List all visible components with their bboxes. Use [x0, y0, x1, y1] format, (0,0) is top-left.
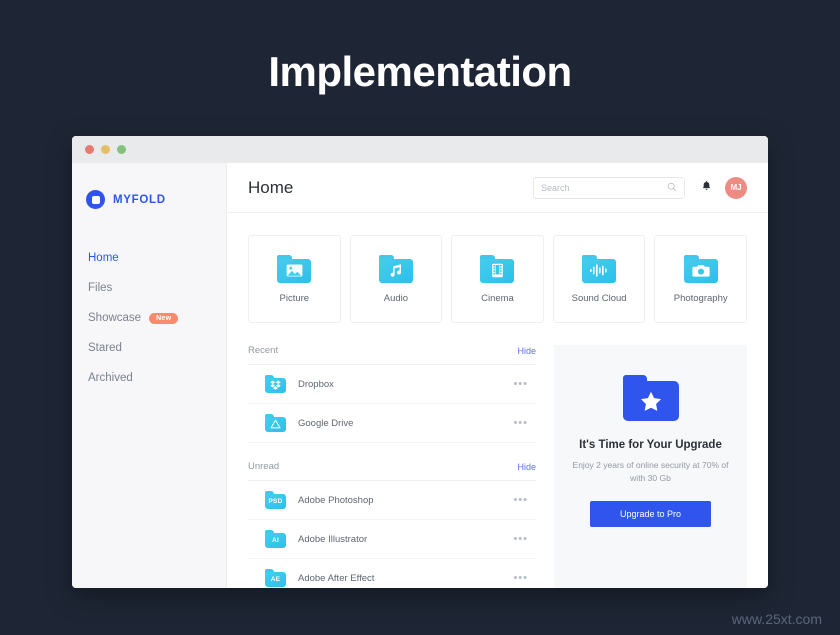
avatar[interactable]: MJ [725, 176, 747, 199]
psd-folder-icon: PSD [265, 491, 286, 509]
row-menu-button[interactable]: ••• [513, 417, 536, 429]
file-lists: Recent Hide Dropbox ••• Google Drive •••… [248, 345, 554, 588]
dropbox-folder-icon [265, 375, 286, 393]
list-item[interactable]: AE Adobe After Effect ••• [248, 559, 536, 588]
list-item[interactable]: Dropbox ••• [248, 365, 536, 404]
section-title: Recent [248, 345, 279, 356]
row-menu-button[interactable]: ••• [513, 494, 536, 506]
upgrade-subtitle: Enjoy 2 years of online security at 70% … [572, 460, 729, 483]
sidebar-item-label: Files [88, 282, 113, 294]
sidebar-item-label: Showcase [88, 312, 142, 324]
image-folder-icon [277, 254, 312, 283]
file-type-tag: PSD [268, 497, 283, 505]
film-folder-icon [480, 254, 515, 283]
hide-unread-link[interactable]: Hide [517, 462, 536, 472]
minimize-window-button[interactable] [101, 145, 110, 154]
sidebar-nav: Home Files Showcase New Stared Archived [72, 243, 226, 393]
google-drive-folder-icon [265, 414, 286, 432]
list-item[interactable]: Google Drive ••• [248, 404, 536, 443]
upgrade-title: It's Time for Your Upgrade [579, 439, 722, 451]
sidebar-item-files[interactable]: Files [72, 273, 226, 303]
close-window-button[interactable] [85, 145, 94, 154]
screen: Implementation MYFOLD Home Files Showcas… [0, 0, 840, 635]
sidebar-item-archived[interactable]: Archived [72, 363, 226, 393]
row-menu-button[interactable]: ••• [513, 533, 536, 545]
category-cards: Picture Audio Cinema Sound Cloud Photogr… [248, 235, 747, 323]
page-title: Implementation [268, 48, 572, 95]
sidebar-item-stared[interactable]: Stared [72, 333, 226, 363]
new-badge: New [149, 312, 179, 324]
row-menu-button[interactable]: ••• [513, 378, 536, 390]
card-photography[interactable]: Photography [654, 235, 747, 323]
watermark: www.25xt.com [731, 611, 822, 627]
search-box[interactable] [533, 176, 685, 199]
ai-folder-icon: AI [265, 530, 286, 548]
search-icon[interactable] [667, 179, 677, 197]
card-label: Audio [383, 292, 409, 304]
list-item-name: Adobe Illustrator [298, 533, 368, 545]
star-folder-icon [622, 375, 679, 421]
file-type-tag: AE [270, 575, 281, 583]
brand[interactable]: MYFOLD [72, 190, 226, 209]
card-label: Picture [279, 292, 310, 304]
list-item[interactable]: PSD Adobe Photoshop ••• [248, 481, 536, 520]
page-heading: Home [248, 177, 294, 197]
search-input[interactable] [541, 182, 667, 193]
main-area: Home MJ [227, 163, 768, 588]
file-type-tag: AI [272, 536, 279, 544]
ae-folder-icon: AE [265, 569, 286, 587]
card-audio[interactable]: Audio [349, 235, 443, 323]
bell-icon[interactable] [701, 180, 712, 195]
card-picture[interactable]: Picture [248, 235, 341, 323]
card-sound-cloud[interactable]: Sound Cloud [552, 235, 646, 323]
list-item-name: Dropbox [298, 378, 334, 390]
lower-split: Recent Hide Dropbox ••• Google Drive •••… [248, 345, 747, 588]
card-label: Cinema [481, 292, 514, 304]
sidebar-item-showcase[interactable]: Showcase New [72, 303, 226, 333]
section-title: Unread [248, 461, 280, 472]
window-titlebar [72, 136, 768, 163]
card-label: Photography [673, 292, 728, 304]
music-folder-icon [378, 254, 413, 283]
sidebar-item-home[interactable]: Home [72, 243, 226, 273]
folder-logo-icon [86, 190, 105, 209]
sidebar: MYFOLD Home Files Showcase New Stared Ar… [72, 163, 227, 588]
sidebar-item-label: Stared [88, 342, 122, 354]
hide-recent-link[interactable]: Hide [517, 346, 536, 356]
brand-name: MYFOLD [113, 193, 166, 206]
app-window: MYFOLD Home Files Showcase New Stared Ar… [72, 136, 768, 588]
upgrade-panel: It's Time for Your Upgrade Enjoy 2 years… [554, 345, 747, 588]
window-body: MYFOLD Home Files Showcase New Stared Ar… [72, 163, 768, 588]
list-item-name: Google Drive [298, 417, 354, 429]
section-header-recent: Recent Hide [248, 345, 536, 365]
maximize-window-button[interactable] [117, 145, 126, 154]
sidebar-item-label: Archived [88, 372, 133, 384]
list-item[interactable]: AI Adobe Illustrator ••• [248, 520, 536, 559]
list-item-name: Adobe After Effect [298, 572, 375, 584]
waveform-folder-icon [582, 254, 617, 283]
camera-folder-icon [683, 254, 718, 283]
card-cinema[interactable]: Cinema [451, 235, 544, 323]
section-header-unread: Unread Hide [248, 461, 536, 481]
sidebar-item-label: Home [88, 252, 119, 264]
upgrade-to-pro-button[interactable]: Upgrade to Pro [589, 500, 712, 527]
card-label: Sound Cloud [571, 292, 627, 304]
content: Picture Audio Cinema Sound Cloud Photogr… [227, 213, 768, 588]
list-item-name: Adobe Photoshop [298, 494, 374, 506]
row-menu-button[interactable]: ••• [513, 572, 536, 584]
topbar: Home MJ [227, 163, 768, 213]
